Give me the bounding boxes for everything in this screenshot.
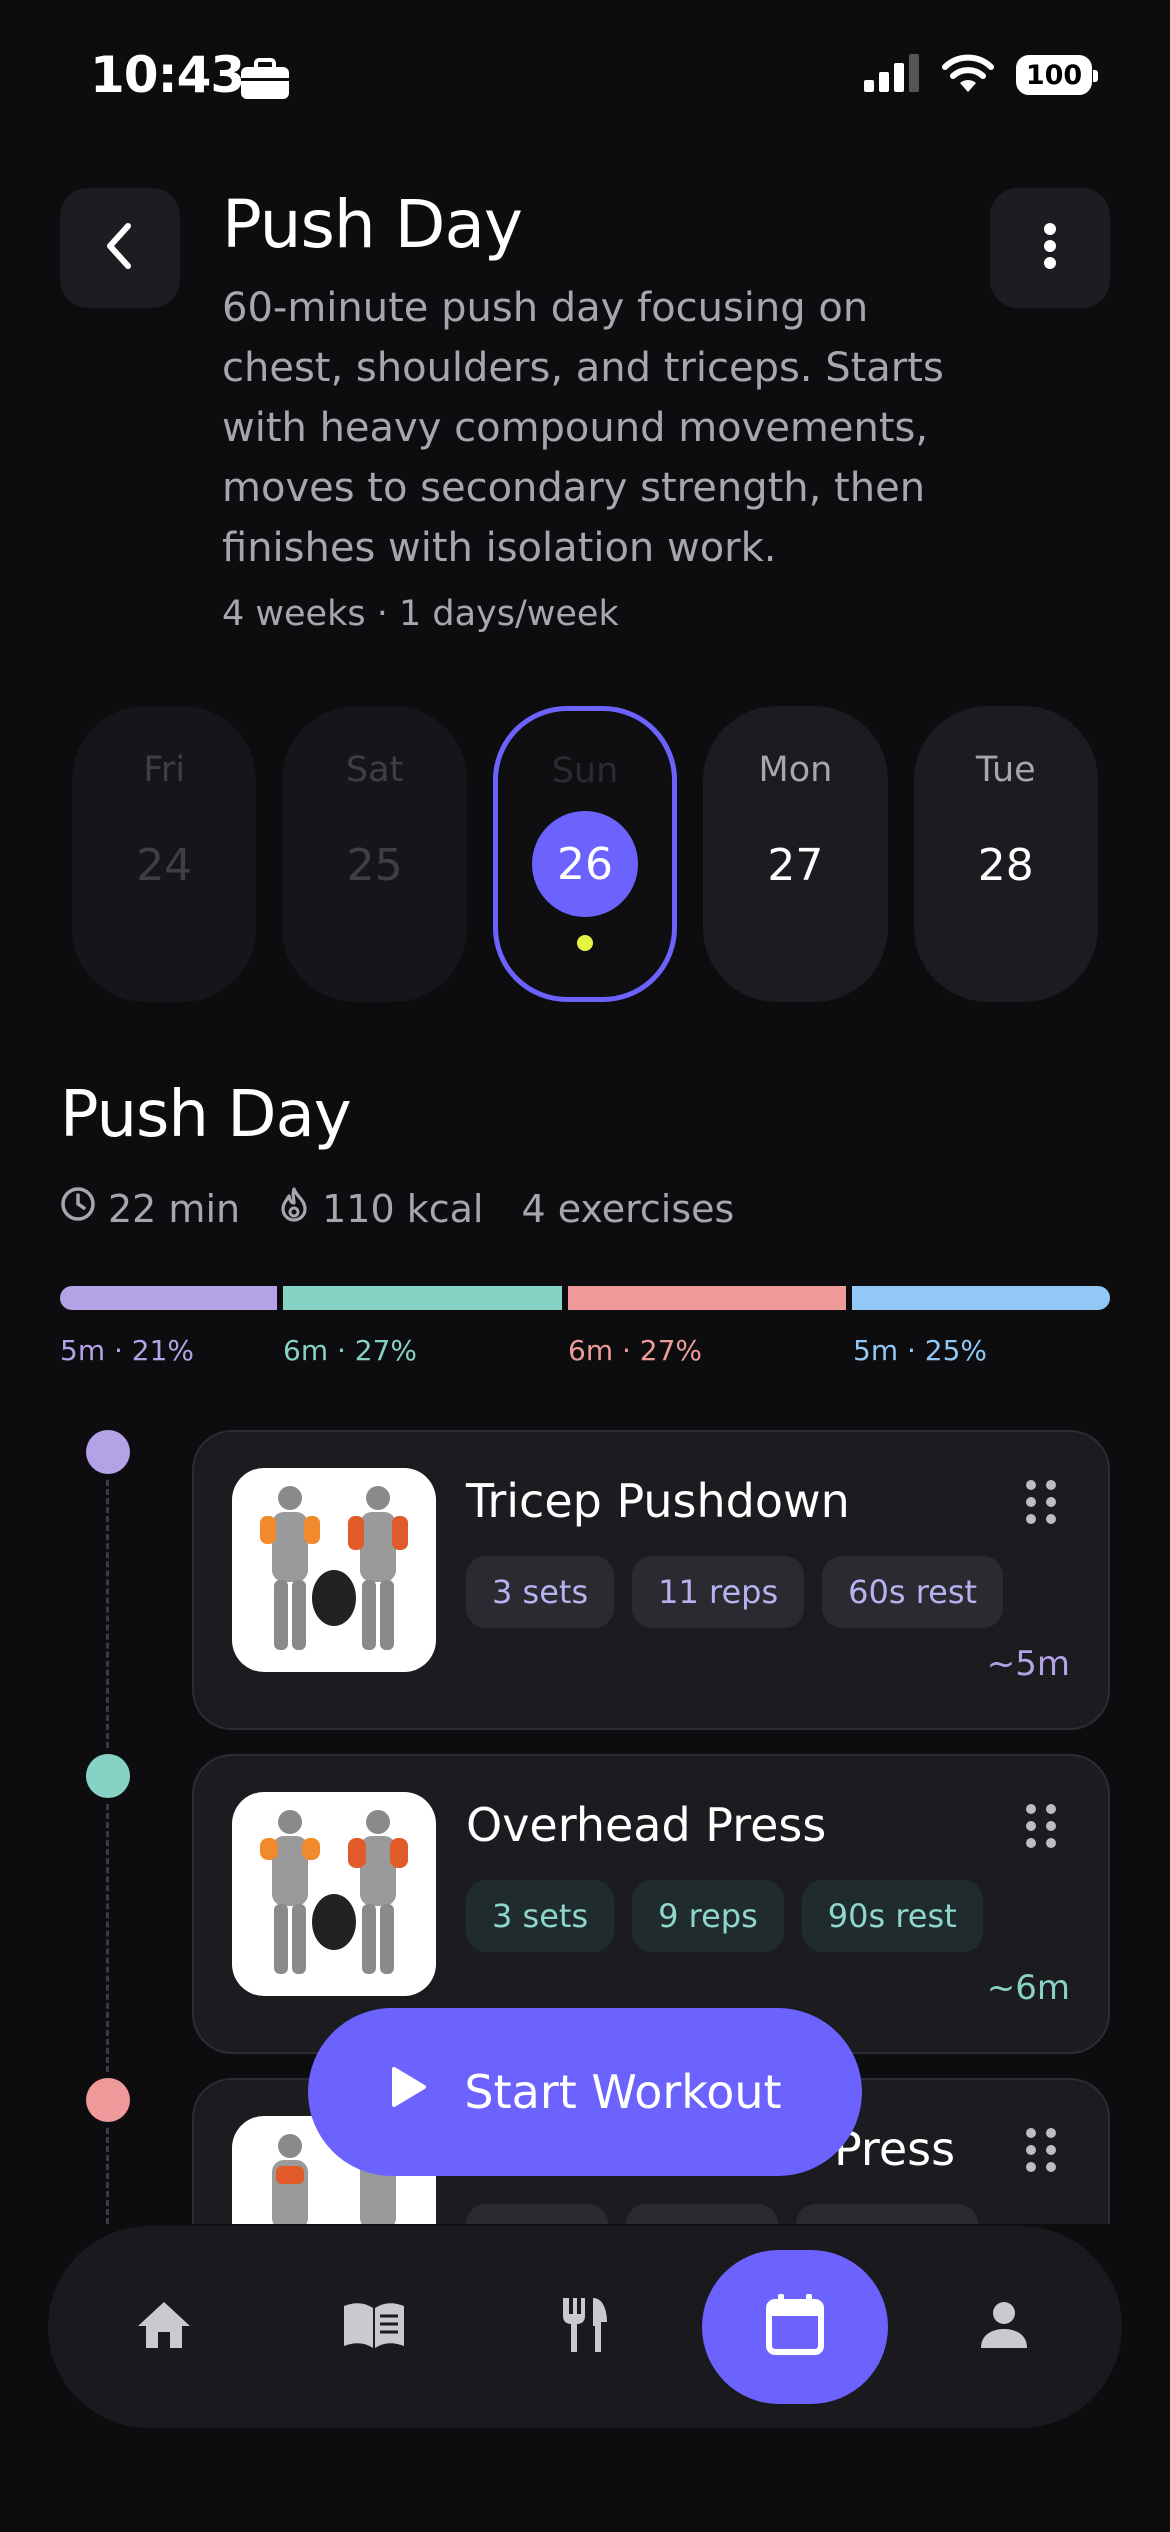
briefcase-icon [240, 58, 290, 104]
distribution-segment [60, 1286, 277, 1310]
flame-icon [278, 1186, 310, 1231]
distribution-label: 5m · 21% [60, 1334, 195, 1367]
sets-pill: 3 sets [466, 1880, 615, 1952]
distribution-segment [567, 1286, 847, 1310]
chevron-left-icon [100, 220, 140, 276]
book-icon [342, 2300, 406, 2354]
battery-indicator: 100 [1016, 55, 1098, 95]
exercise-details [466, 2204, 978, 2224]
exercise-details: 3 sets 9 reps 90s rest [466, 1880, 983, 1952]
day-tue[interactable]: Tue 28 [913, 706, 1098, 1002]
time-estimate: ~5m [986, 1644, 1070, 1684]
day-number: 28 [977, 840, 1034, 891]
rest-pill: 90s rest [801, 1880, 983, 1952]
day-number: 24 [136, 840, 193, 891]
exercise-count-text: 4 exercises [521, 1186, 735, 1231]
nav-calendar[interactable] [702, 2250, 888, 2404]
page-title: Push Day [222, 186, 523, 263]
day-sat[interactable]: Sat 25 [282, 706, 467, 1002]
calories-text: 110 kcal [322, 1186, 484, 1231]
nav-profile[interactable] [944, 2267, 1064, 2387]
exercise-name: Tricep Pushdown [466, 1474, 850, 1528]
workout-description: 60-minute push day focusing on chest, sh… [222, 285, 944, 571]
more-options-button[interactable] [990, 188, 1110, 308]
wifi-icon [942, 54, 994, 96]
exercise-name: Overhead Press [466, 1798, 827, 1852]
timeline-dot [86, 1754, 130, 1798]
time-estimate: ~6m [986, 1968, 1070, 2008]
start-workout-label: Start Workout [464, 2065, 782, 2119]
reps-pill: 11 reps [632, 1556, 805, 1628]
day-name: Mon [758, 750, 833, 790]
reps-pill: 9 reps [632, 1880, 784, 1952]
status-indicators: 100 [864, 54, 1098, 96]
drag-handle-icon[interactable] [1026, 1804, 1056, 1848]
exercise-details: 3 sets 11 reps 60s rest [466, 1556, 1004, 1628]
exercise-card[interactable]: Tricep Pushdown 3 sets 11 reps 60s rest … [192, 1430, 1110, 1730]
nav-nutrition[interactable] [524, 2267, 644, 2387]
distribution-label: 6m · 27% [568, 1334, 703, 1367]
rest-pill [796, 2204, 978, 2224]
day-selector: Fri 24 Sat 25 Sun 26 Mon 27 Tue 28 [72, 706, 1098, 1002]
workout-indicator-dot [576, 935, 593, 951]
back-button[interactable] [60, 188, 180, 308]
day-name: Sun [551, 751, 619, 791]
section-title: Push Day [60, 1078, 352, 1152]
drag-handle-icon[interactable] [1026, 1480, 1056, 1524]
distribution-label: 6m · 27% [283, 1334, 418, 1367]
start-workout-button[interactable]: Start Workout [308, 2008, 862, 2176]
day-mon[interactable]: Mon 27 [703, 706, 888, 1002]
signal-icon [864, 54, 920, 96]
calendar-icon [766, 2294, 824, 2360]
restaurant-icon [559, 2296, 609, 2358]
status-time: 10:43 [90, 46, 245, 104]
distribution-segment [852, 1286, 1111, 1310]
sets-pill: 3 sets [466, 1556, 615, 1628]
clock-icon [60, 1186, 96, 1231]
person-icon [979, 2300, 1029, 2354]
more-vertical-icon [1043, 223, 1057, 273]
muscle-diagram-image [232, 1792, 436, 1996]
nav-library[interactable] [314, 2267, 434, 2387]
day-number: 25 [346, 840, 403, 891]
timeline-connector [106, 1480, 109, 1748]
duration-text: 22 min [108, 1186, 241, 1231]
day-name: Tue [975, 750, 1036, 790]
muscle-diagram-image [232, 1468, 436, 1672]
day-name: Sat [345, 750, 404, 790]
timeline-connector [106, 1804, 109, 2072]
day-sun-selected[interactable]: Sun 26 [492, 706, 678, 1002]
play-icon [388, 2065, 428, 2120]
nav-home[interactable] [104, 2267, 224, 2387]
day-fri[interactable]: Fri 24 [72, 706, 257, 1002]
workout-stats: 22 min 110 kcal 4 exercises [60, 1186, 772, 1231]
drag-handle-icon[interactable] [1026, 2128, 1056, 2172]
timeline-dot [86, 1430, 130, 1474]
home-icon [136, 2300, 192, 2354]
program-meta: 4 weeks · 1 days/week [222, 594, 619, 634]
time-distribution-bar [60, 1286, 1111, 1310]
bottom-navigation [48, 2226, 1122, 2428]
day-name: Fri [143, 750, 186, 790]
reps-pill [626, 2204, 778, 2224]
day-number: 26 [531, 811, 638, 917]
sets-pill [466, 2204, 608, 2224]
distribution-label: 5m · 25% [853, 1334, 988, 1367]
distribution-segment [282, 1286, 562, 1310]
rest-pill: 60s rest [822, 1556, 1004, 1628]
day-number: 27 [767, 840, 824, 891]
